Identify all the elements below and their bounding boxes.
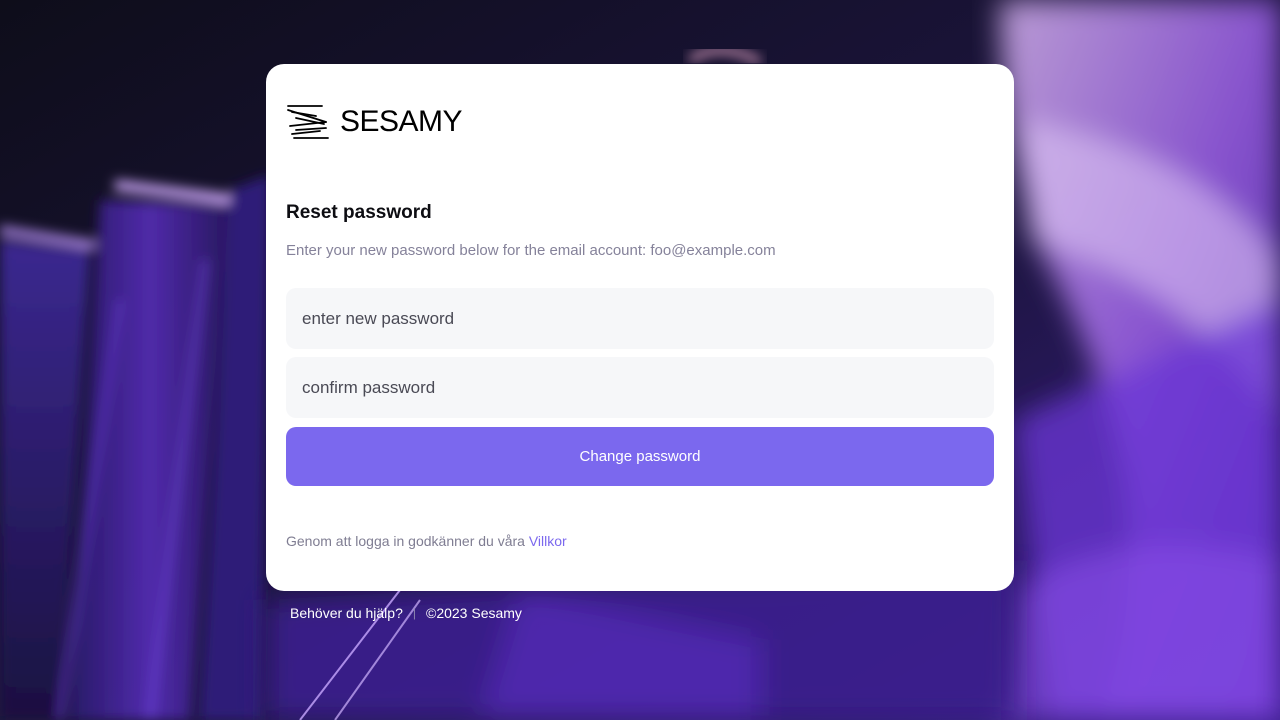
change-password-button[interactable]: Change password (286, 427, 994, 486)
page-subtitle: Enter your new password below for the em… (286, 242, 776, 259)
brand-name: SESAMY (340, 105, 463, 138)
reset-password-card: SESAMY Reset password Enter your new pas… (266, 64, 1014, 591)
page-footer: Behöver du hjälp? | ©2023 Sesamy (290, 605, 522, 621)
terms-link[interactable]: Villkor (529, 533, 567, 549)
page-title: Reset password (286, 202, 432, 223)
sesamy-logo-icon (287, 105, 329, 139)
terms-notice: Genom att logga in godkänner du våra Vil… (286, 533, 567, 549)
brand-logo: SESAMY (286, 104, 463, 140)
help-link[interactable]: Behöver du hjälp? (290, 605, 403, 621)
terms-text: Genom att logga in godkänner du våra (286, 533, 529, 549)
copyright-text: ©2023 Sesamy (426, 605, 522, 621)
footer-separator: | (412, 606, 416, 620)
confirm-password-input[interactable] (286, 357, 994, 418)
new-password-input[interactable] (286, 288, 994, 349)
